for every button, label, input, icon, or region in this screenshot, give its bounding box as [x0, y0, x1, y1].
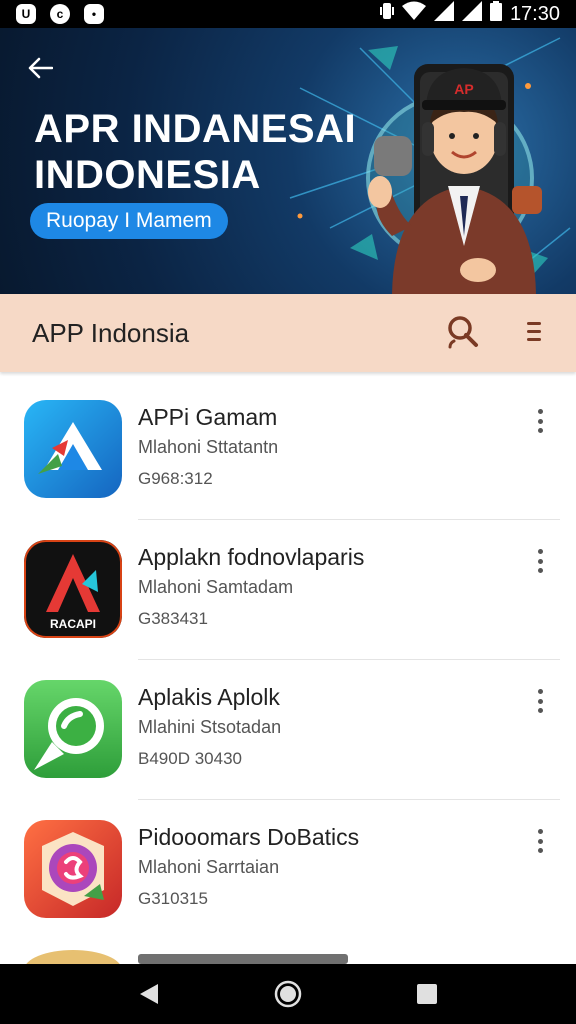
signal-icon: [433, 1, 454, 27]
banner-title: APR INDANESAI INDONESIA: [34, 106, 356, 198]
list-item[interactable]: Pidooomars DoBatics Mlahoni Sarrtaian G3…: [0, 800, 576, 940]
nav-home-button[interactable]: [268, 974, 308, 1014]
hero-banner: APR INDANESAI INDONESIA Ruopay I Mamem A…: [0, 28, 576, 294]
menu-icon: [527, 321, 541, 341]
menu-button[interactable]: [524, 319, 544, 348]
recents-icon: [416, 984, 437, 1004]
app-list: APPi Gamam Mlahoni Sttatantn G968:312 RA…: [0, 380, 576, 940]
app-name: APPi Gamam: [138, 404, 278, 430]
signal-icon: [461, 1, 482, 27]
search-icon: [448, 315, 478, 348]
battery-icon: [489, 1, 502, 27]
more-vert-icon: [537, 409, 543, 414]
app-icon-text: RACAPI: [50, 617, 96, 631]
banner-title-line1: APR INDANESAI: [34, 107, 357, 151]
app-bar-title: APP Indonsia: [32, 317, 190, 348]
app-developer: Mlahoni Sttatantn: [138, 437, 279, 457]
back-arrow-icon: [28, 57, 53, 79]
more-options-button[interactable]: [532, 826, 548, 856]
app-icon-partial: [24, 950, 122, 964]
app-icon-black-a: RACAPI: [24, 540, 122, 638]
list-item-partial[interactable]: [0, 940, 576, 964]
app-name: Applakn fodnovlaparis: [138, 544, 365, 570]
app-icon-blue-triangle: [24, 400, 122, 498]
app-size: B490D 30430: [138, 749, 242, 768]
app-name: Aplakis Aplolk: [138, 684, 280, 710]
clock: 17:30: [509, 2, 560, 25]
back-icon: [140, 984, 159, 1004]
nav-recents-button[interactable]: [407, 974, 447, 1014]
app-size: G968:312: [138, 469, 213, 488]
more-options-button[interactable]: [532, 546, 548, 576]
status-bar: U c • 17:30: [0, 0, 576, 28]
app-name-partial: [138, 954, 348, 964]
notification-icon: •: [84, 4, 104, 24]
app-developer: Mlahoni Sarrtaian: [138, 857, 280, 877]
list-item[interactable]: APPi Gamam Mlahoni Sttatantn G968:312: [0, 380, 576, 520]
more-vert-icon: [537, 689, 543, 694]
app-size: G383431: [138, 609, 208, 628]
app-developer: Mlahini Stsotadan: [138, 717, 282, 737]
app-icon-red-camera: [24, 820, 122, 918]
system-nav-bar: [0, 964, 576, 1024]
more-vert-icon: [537, 549, 543, 554]
home-icon: [274, 980, 302, 1008]
back-arrow-button[interactable]: [22, 50, 58, 86]
banner-pill-button[interactable]: Ruopay I Mamem: [30, 203, 228, 239]
more-options-button[interactable]: [532, 686, 548, 716]
nav-back-button[interactable]: [129, 974, 169, 1014]
banner-title-line2: INDONESIA: [34, 153, 261, 197]
search-button[interactable]: [444, 313, 480, 354]
app-name: Pidooomars DoBatics: [138, 824, 360, 850]
wifi-icon: [401, 1, 426, 27]
list-item[interactable]: Aplakis Aplolk Mlahini Stsotadan B490D 3…: [0, 660, 576, 800]
mascot-illustration: AP: [368, 64, 542, 294]
app-developer: Mlahoni Samtadam: [138, 577, 294, 597]
more-vert-icon: [537, 829, 543, 834]
list-item[interactable]: RACAPI Applakn fodnovlaparis Mlahoni Sam…: [0, 520, 576, 660]
mascot-cap-text: AP: [454, 81, 473, 97]
app-notification-icon: U: [16, 4, 36, 24]
app-icon-green-chat: [24, 680, 122, 778]
app-size: G310315: [138, 889, 208, 908]
more-options-button[interactable]: [532, 406, 548, 436]
app-bar: APP Indonsia: [0, 294, 576, 372]
vibrate-icon: [379, 1, 394, 27]
notification-icon: c: [50, 4, 70, 24]
